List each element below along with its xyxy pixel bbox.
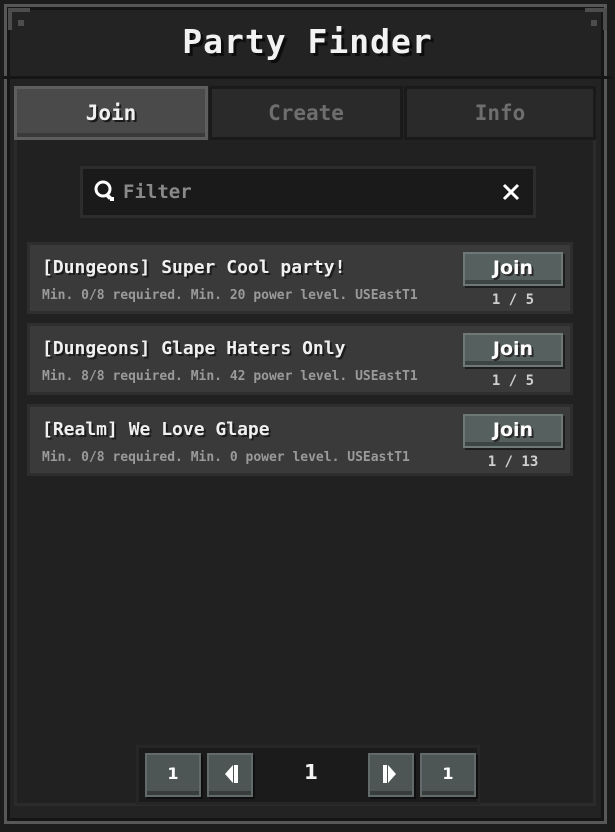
party-name: [Dungeons] Glape Haters Only [42,338,346,359]
previous-page-button[interactable] [207,753,253,797]
party-member-count: 1 / 5 [491,292,535,308]
tab-bar: Join Create Info [14,86,596,140]
title-divider [3,76,612,79]
join-button[interactable]: Join [463,333,563,367]
window-title: Party Finder [182,22,433,61]
join-button[interactable]: Join [463,252,563,286]
clear-filter-icon[interactable] [501,182,521,202]
party-row: [Dungeons] Super Cool party! Min. 0/8 re… [27,242,573,314]
party-requirements: Min. 0/8 required. Min. 0 power level. U… [42,450,410,465]
search-icon [94,180,114,201]
arrow-right-icon [383,764,396,783]
party-row: [Dungeons] Glape Haters Only Min. 8/8 re… [27,323,573,395]
tab-join[interactable]: Join [14,86,208,140]
filter-box [80,166,536,218]
filter-input[interactable] [123,169,493,215]
current-page: 1 [304,760,318,784]
party-name: [Realm] We Love Glape [42,419,270,440]
party-member-count: 1 / 5 [491,373,535,389]
party-requirements: Min. 0/8 required. Min. 20 power level. … [42,288,418,303]
tab-info[interactable]: Info [404,86,596,140]
party-member-count: 1 / 13 [487,454,539,470]
tab-create[interactable]: Create [209,86,403,140]
join-button[interactable]: Join [463,414,563,448]
last-page-button[interactable]: 1 [420,753,476,797]
next-page-button[interactable] [368,753,414,797]
party-name: [Dungeons] Super Cool party! [42,257,346,278]
party-requirements: Min. 8/8 required. Min. 42 power level. … [42,369,418,384]
arrow-left-icon [225,764,238,783]
party-row: [Realm] We Love Glape Min. 0/8 required.… [27,404,573,476]
first-page-button[interactable]: 1 [145,753,201,797]
pagination: 1 1 1 [136,745,480,805]
